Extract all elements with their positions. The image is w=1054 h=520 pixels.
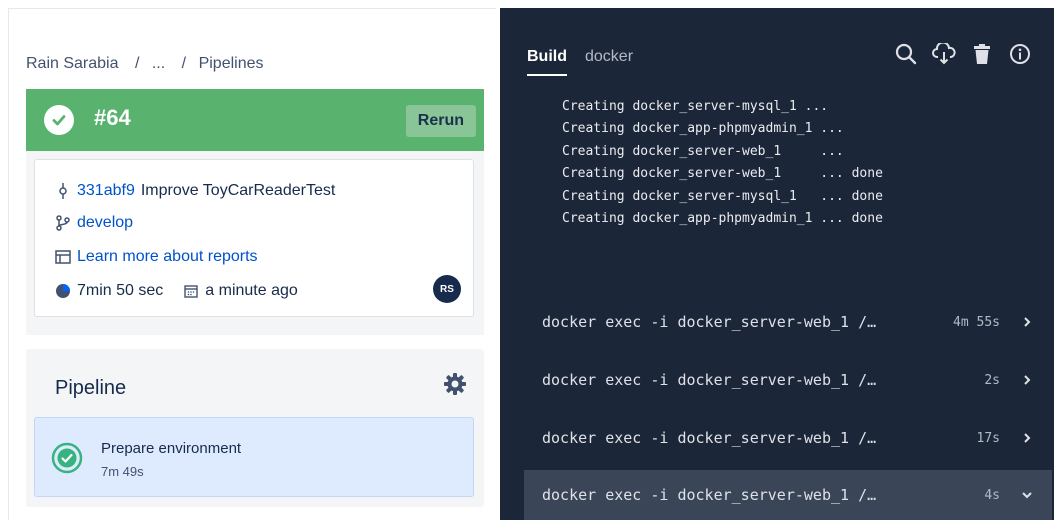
log-toolbar xyxy=(894,42,1032,66)
step-duration: 7m 49s xyxy=(101,464,144,479)
commit-message: Improve ToyCarReaderTest xyxy=(140,182,336,199)
report-icon xyxy=(55,249,71,265)
pipeline-section: Pipeline Prepare environment 7m 49s xyxy=(26,349,484,507)
download-cloud-icon[interactable] xyxy=(932,42,956,66)
branch-link[interactable]: develop xyxy=(77,214,133,232)
log-tabs: Build docker xyxy=(527,48,633,76)
breadcrumb-owner[interactable]: Rain Sarabia xyxy=(26,55,119,72)
build-duration: 7min 50 sec xyxy=(77,282,164,299)
duration-clock-icon xyxy=(55,283,71,299)
command-row-selected[interactable]: docker exec -i docker_server-web_1 /… 4s xyxy=(524,470,1052,520)
info-icon[interactable] xyxy=(1008,42,1032,66)
breadcrumb-pipelines[interactable]: Pipelines xyxy=(199,55,264,72)
command-row[interactable]: docker exec -i docker_server-web_1 /… 2s xyxy=(524,355,1052,405)
build-summary-panel: Rain Sarabia / ... / Pipelines #64 Rerun… xyxy=(8,8,496,520)
pipeline-title: Pipeline xyxy=(55,377,127,399)
calendar-icon xyxy=(183,283,199,299)
avatar[interactable]: RS xyxy=(433,275,461,303)
command-text: docker exec -i docker_server-web_1 /… xyxy=(542,486,877,504)
commit-icon xyxy=(55,183,71,199)
log-line: Creating docker_server-web_1 ... xyxy=(562,143,844,159)
command-row[interactable]: docker exec -i docker_server-web_1 /… 4m… xyxy=(524,297,1052,347)
log-line: Creating docker_server-mysql_1 ... xyxy=(562,99,829,114)
log-line: Creating docker_app-phpmyadmin_1 ... don… xyxy=(562,211,883,227)
log-output: Creating docker_server-mysql_1 ... Creati… xyxy=(562,96,883,230)
commit-hash-link[interactable]: 331abf9 xyxy=(77,182,135,200)
breadcrumb-ellipsis[interactable]: ... xyxy=(152,55,165,72)
breadcrumb: Rain Sarabia / ... / Pipelines xyxy=(26,55,268,73)
breadcrumb-separator: / xyxy=(181,55,187,72)
log-line: Creating docker_app-phpmyadmin_1 ... xyxy=(562,121,844,137)
branch-row: develop xyxy=(55,214,133,232)
build-info-section: 331abf9 Improve ToyCarReaderTest develop… xyxy=(26,151,484,335)
log-line: Creating docker_server-mysql_1 ... done xyxy=(562,188,883,204)
build-log-panel: Build docker Creating docker_server-mysq… xyxy=(500,8,1054,520)
breadcrumb-separator: / xyxy=(134,55,140,72)
step-success-icon xyxy=(51,442,83,474)
tab-build[interactable]: Build xyxy=(527,48,567,76)
build-info-card: 331abf9 Improve ToyCarReaderTest develop… xyxy=(34,159,474,317)
reports-row: Learn more about reports xyxy=(55,248,258,266)
pipeline-step-prepare-environment[interactable]: Prepare environment 7m 49s xyxy=(34,417,474,497)
command-text: docker exec -i docker_server-web_1 /… xyxy=(542,313,877,331)
command-duration: 2s xyxy=(984,372,1000,388)
tab-docker[interactable]: docker xyxy=(585,48,633,76)
build-number: #64 xyxy=(94,105,131,130)
command-row[interactable]: docker exec -i docker_server-web_1 /… 17… xyxy=(524,413,1052,463)
command-duration: 4m 55s xyxy=(953,314,1000,330)
app-root: Rain Sarabia / ... / Pipelines #64 Rerun… xyxy=(0,0,1054,520)
command-text: docker exec -i docker_server-web_1 /… xyxy=(542,371,877,389)
command-duration: 17s xyxy=(976,430,1000,446)
chevron-right-icon[interactable] xyxy=(1020,431,1034,445)
step-name: Prepare environment xyxy=(101,440,242,457)
duration-row: 7min 50 sec a minute ago xyxy=(55,282,298,300)
chevron-right-icon[interactable] xyxy=(1020,315,1034,329)
chevron-right-icon[interactable] xyxy=(1020,373,1034,387)
log-line: Creating docker_server-web_1 ... done xyxy=(562,166,883,182)
build-status-header: #64 Rerun xyxy=(26,89,484,151)
commit-row: 331abf9 Improve ToyCarReaderTest xyxy=(55,182,335,200)
command-duration: 4s xyxy=(984,487,1000,503)
gear-icon[interactable] xyxy=(442,371,468,397)
search-icon[interactable] xyxy=(894,42,918,66)
rerun-button[interactable]: Rerun xyxy=(405,105,476,137)
chevron-down-icon[interactable] xyxy=(1020,488,1034,502)
branch-icon xyxy=(55,215,71,231)
success-check-icon xyxy=(44,105,74,135)
learn-more-reports-link[interactable]: Learn more about reports xyxy=(77,248,258,266)
command-text: docker exec -i docker_server-web_1 /… xyxy=(542,429,877,447)
build-time-ago: a minute ago xyxy=(205,282,298,299)
trash-icon[interactable] xyxy=(970,42,994,66)
